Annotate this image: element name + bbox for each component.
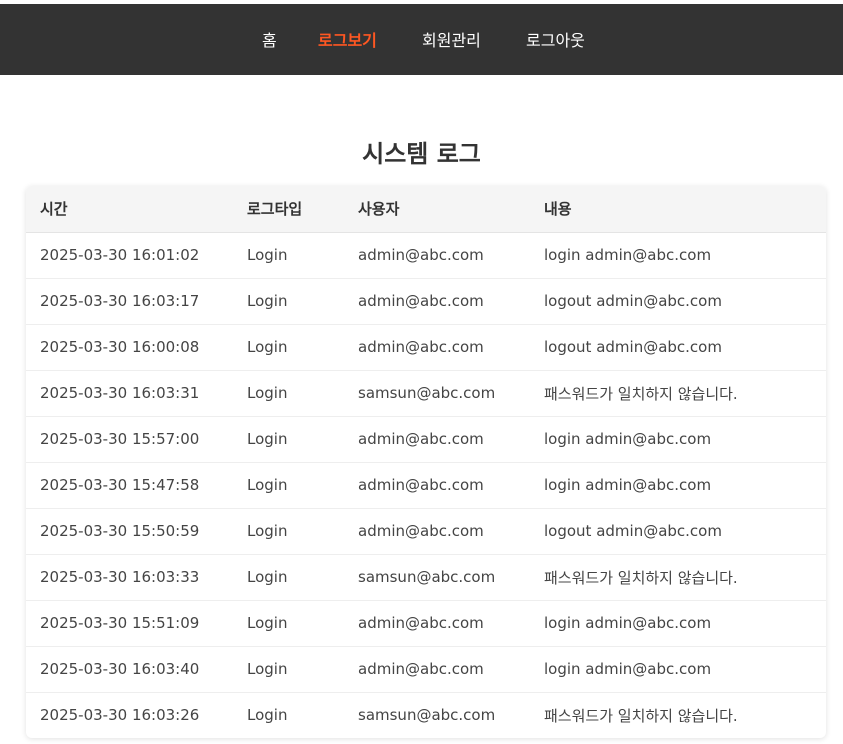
table-row: 2025-03-30 16:03:17 Login admin@abc.com … — [26, 278, 826, 325]
log-user: admin@abc.com — [344, 646, 530, 693]
log-user: samsun@abc.com — [344, 554, 530, 601]
log-type: Login — [247, 706, 288, 725]
table-row: 2025-03-30 16:03:26 Login samsun@abc.com… — [26, 692, 826, 738]
log-type: Login — [233, 646, 344, 693]
log-message: 패스워드가 일치하지 않습니다. — [530, 554, 826, 601]
column-header-type: 로그타입 — [233, 186, 344, 233]
log-user: samsun@abc.com — [358, 706, 496, 725]
nav-members-link[interactable]: 회원관리 — [422, 27, 481, 51]
log-time: 2025-03-30 16:00:08 — [26, 324, 233, 371]
log-table-header: 시간 로그타입 사용자 내용 — [26, 186, 826, 233]
nav-logout-link[interactable]: 로그아웃 — [526, 27, 585, 51]
column-header-time: 시간 — [26, 186, 233, 233]
log-type: Login — [233, 508, 344, 555]
log-user: samsun@abc.com — [344, 370, 530, 417]
page-title: 시스템 로그 — [362, 140, 481, 168]
log-user: admin@abc.com — [344, 278, 530, 325]
log-message: logout admin@abc.com — [530, 508, 826, 555]
table-row: 2025-03-30 15:50:59 Login admin@abc.com … — [26, 508, 826, 555]
log-table-card: 시간 로그타입 사용자 내용 2025-03-30 16:01:02 Login… — [26, 186, 826, 738]
table-row: 2025-03-30 16:03:31 Login samsun@abc.com… — [26, 370, 826, 417]
log-time: 2025-03-30 15:57:00 — [26, 416, 233, 463]
log-type: Login — [233, 416, 344, 463]
log-time: 2025-03-30 15:50:59 — [26, 508, 233, 555]
header-row: 시간 로그타입 사용자 내용 — [26, 186, 826, 233]
log-type: Login — [233, 324, 344, 371]
log-user: admin@abc.com — [344, 324, 530, 371]
main-nav: 홈 로그보기 회원관리 로그아웃 — [0, 4, 843, 75]
log-time: 2025-03-30 15:47:58 — [26, 462, 233, 509]
log-message: logout admin@abc.com — [530, 278, 826, 325]
log-message: login admin@abc.com — [530, 462, 826, 509]
log-time: 2025-03-30 16:01:02 — [26, 232, 233, 279]
log-type: Login — [233, 232, 344, 279]
table-row: 2025-03-30 16:03:33 Login samsun@abc.com… — [26, 554, 826, 601]
table-row: 2025-03-30 15:57:00 Login admin@abc.com … — [26, 416, 826, 463]
log-message: login admin@abc.com — [530, 600, 826, 647]
log-user: admin@abc.com — [344, 600, 530, 647]
log-message: login admin@abc.com — [530, 416, 826, 463]
table-row: 2025-03-30 16:00:08 Login admin@abc.com … — [26, 324, 826, 371]
nav-logs-link[interactable]: 로그보기 — [318, 27, 377, 51]
table-row: 2025-03-30 15:47:58 Login admin@abc.com … — [26, 462, 826, 509]
log-message: logout admin@abc.com — [530, 324, 826, 371]
log-time: 2025-03-30 16:03:33 — [26, 554, 233, 601]
top-navigation-bar: 홈 로그보기 회원관리 로그아웃 — [0, 4, 843, 75]
log-user: admin@abc.com — [344, 462, 530, 509]
column-header-message: 내용 — [530, 186, 826, 233]
log-message: 패스워드가 일치하지 않습니다. — [530, 370, 826, 417]
log-type: Login — [233, 554, 344, 601]
table-row: 2025-03-30 16:03:40 Login admin@abc.com … — [26, 646, 826, 693]
table-row: 2025-03-30 16:01:02 Login admin@abc.com … — [26, 232, 826, 279]
log-table-body: 2025-03-30 16:01:02 Login admin@abc.com … — [26, 232, 826, 738]
log-type: Login — [233, 278, 344, 325]
log-message: 패스워드가 일치하지 않습니다. — [544, 706, 738, 725]
log-time: 2025-03-30 16:03:26 — [40, 706, 200, 725]
log-user: admin@abc.com — [344, 232, 530, 279]
log-type: Login — [233, 462, 344, 509]
log-time: 2025-03-30 16:03:17 — [26, 278, 233, 325]
log-table: 시간 로그타입 사용자 내용 2025-03-30 16:01:02 Login… — [26, 186, 826, 738]
table-row: 2025-03-30 15:51:09 Login admin@abc.com … — [26, 600, 826, 647]
nav-home-link[interactable]: 홈 — [262, 27, 277, 51]
log-message: login admin@abc.com — [530, 232, 826, 279]
log-type: Login — [233, 600, 344, 647]
log-time: 2025-03-30 16:03:40 — [26, 646, 233, 693]
log-type: Login — [233, 370, 344, 417]
log-user: admin@abc.com — [344, 416, 530, 463]
log-time: 2025-03-30 15:51:09 — [26, 600, 233, 647]
log-time: 2025-03-30 16:03:31 — [26, 370, 233, 417]
column-header-user: 사용자 — [344, 186, 530, 233]
log-user: admin@abc.com — [344, 508, 530, 555]
log-message: login admin@abc.com — [530, 646, 826, 693]
